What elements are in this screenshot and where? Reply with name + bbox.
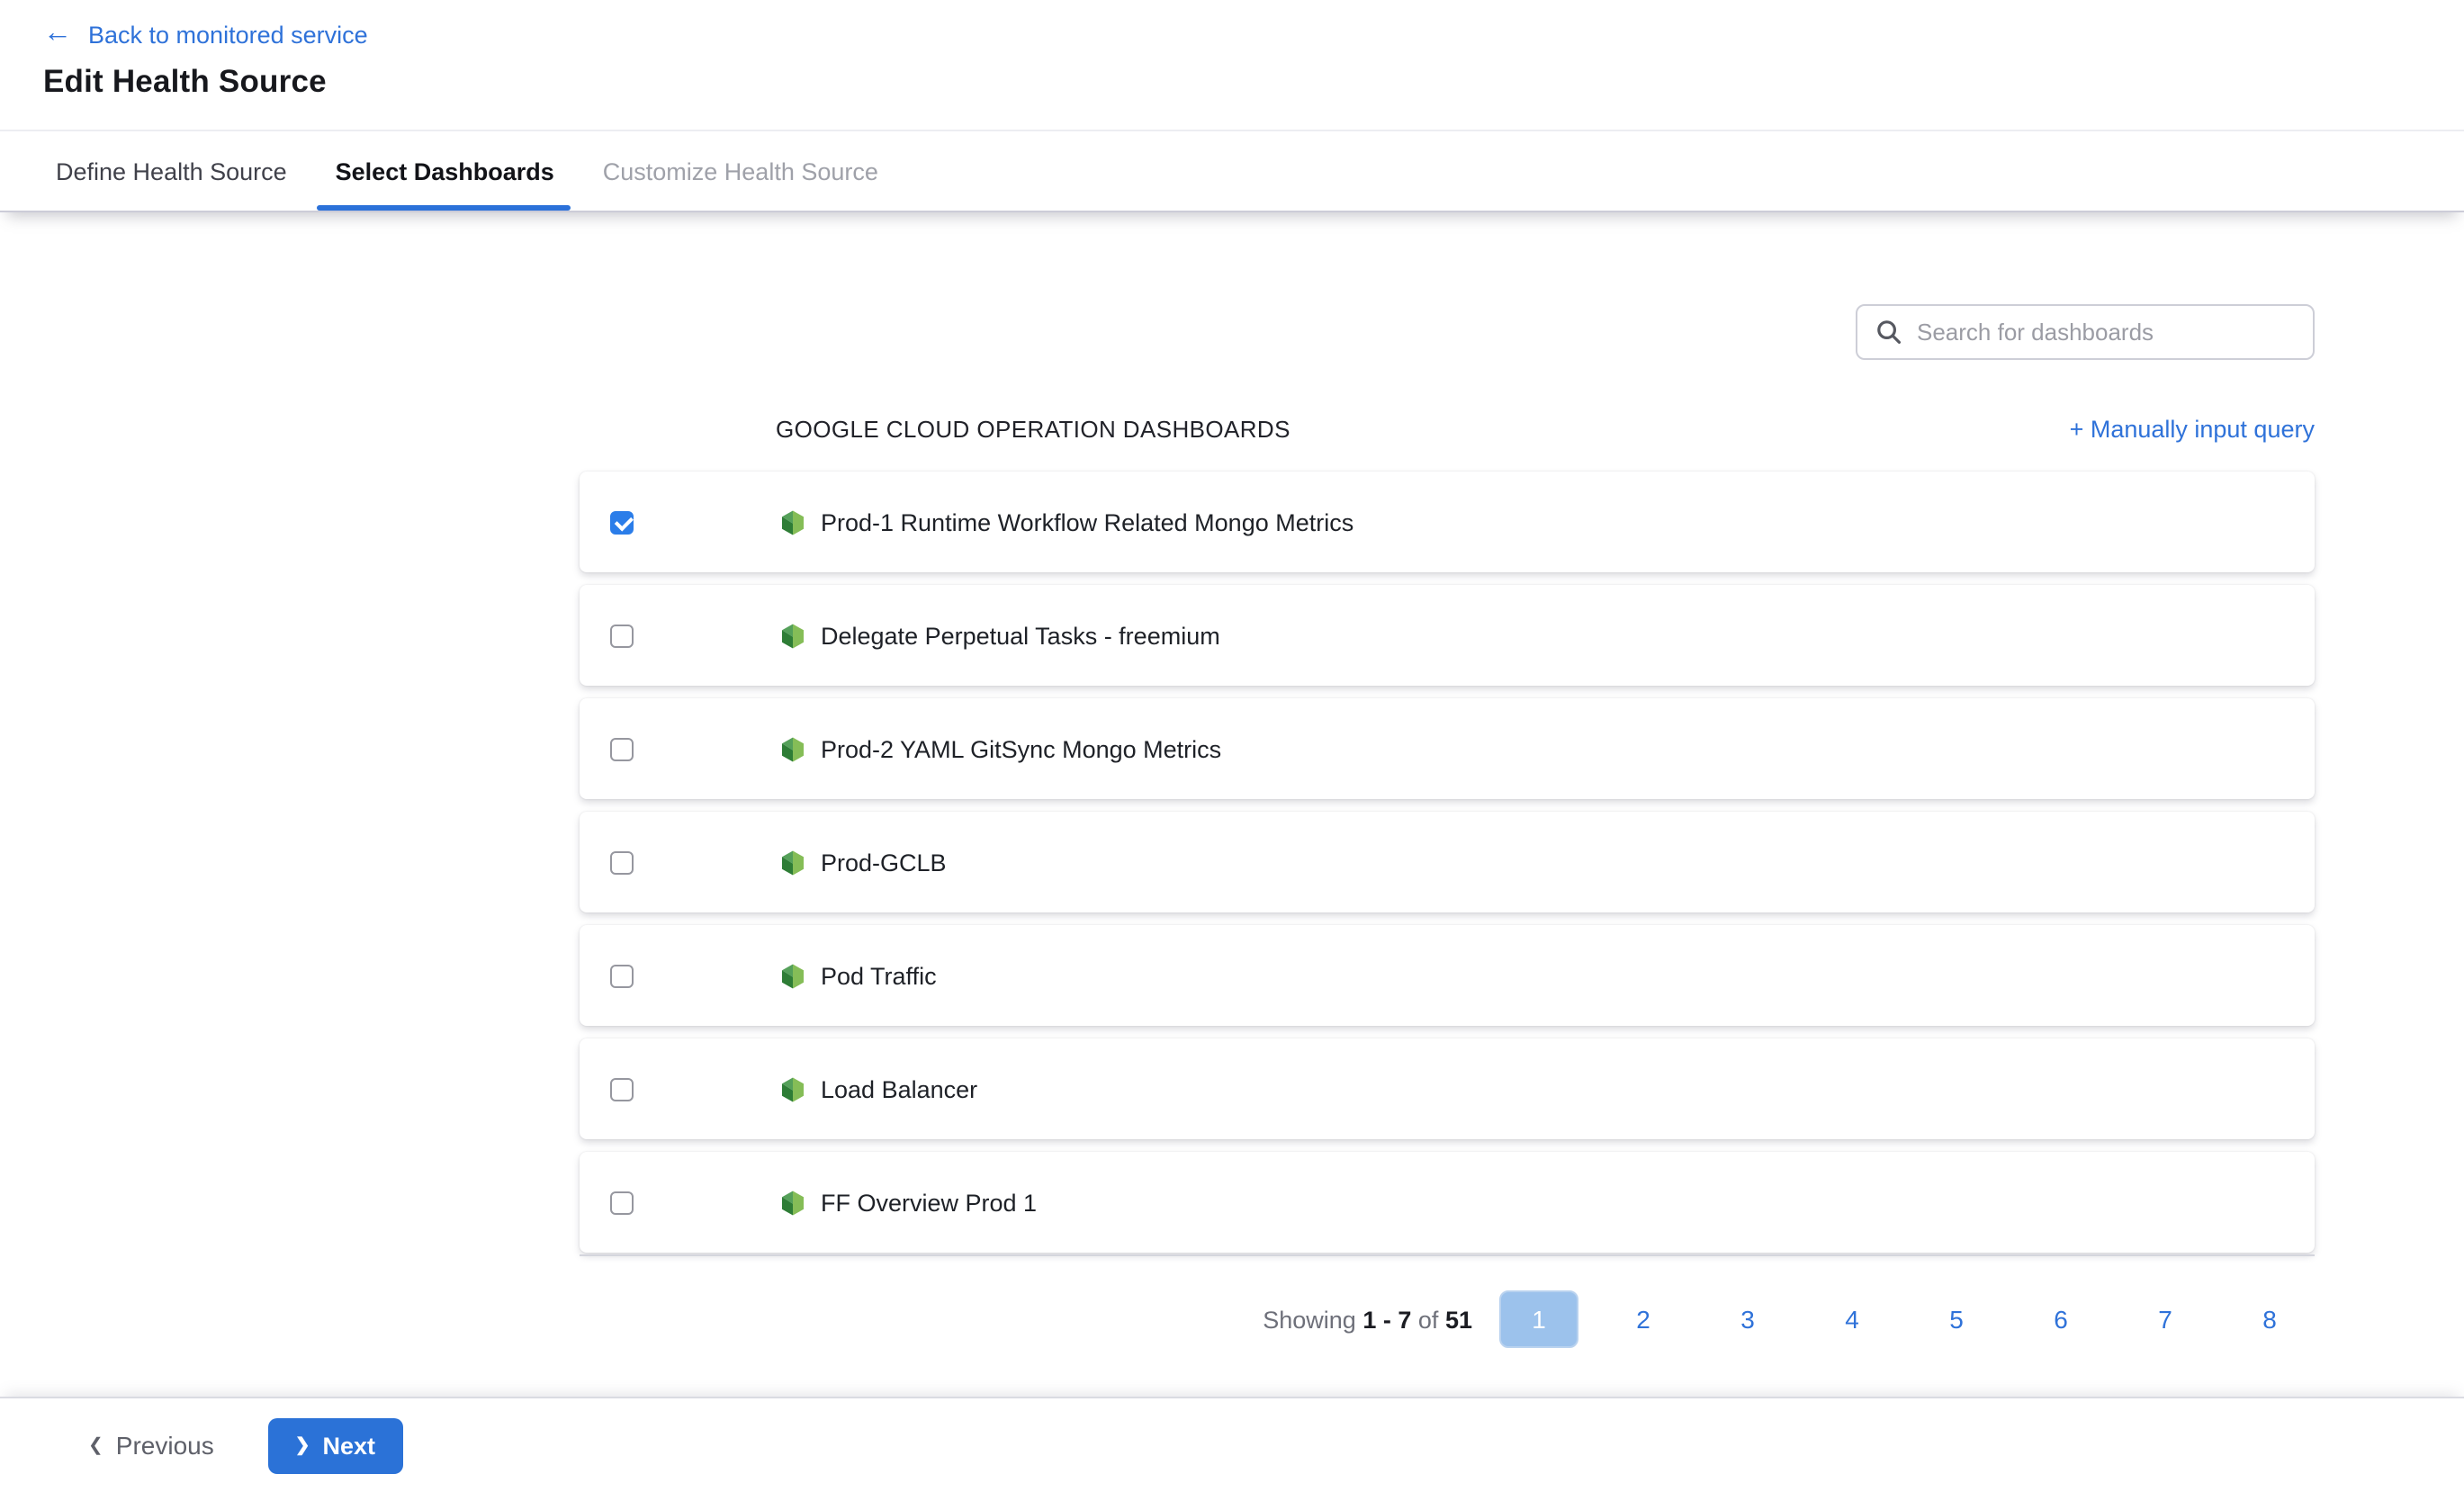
back-arrow-icon: ← — [43, 20, 72, 49]
page-link-label: 8 — [2262, 1305, 2277, 1334]
row-label: Prod-GCLB — [821, 849, 947, 876]
row-checkbox[interactable] — [610, 850, 634, 874]
row-label: Load Balancer — [821, 1075, 977, 1102]
page-2-button[interactable]: 2 — [1591, 1290, 1695, 1348]
table-row[interactable]: Prod-2 YAML GitSync Mongo Metrics — [580, 698, 2315, 799]
active-page-indicator: 1 — [1499, 1290, 1578, 1348]
dashboards-section-title: GOOGLE CLOUD OPERATION DASHBOARDS — [776, 416, 1290, 443]
row-checkbox[interactable] — [610, 1077, 634, 1101]
chevron-right-icon: ❯ — [295, 1435, 310, 1455]
previous-button[interactable]: ❮ Previous — [88, 1431, 214, 1460]
page-8-button[interactable]: 8 — [2217, 1290, 2322, 1348]
wizard-tabbar: Define Health Source Select Dashboards C… — [0, 131, 2464, 211]
next-button[interactable]: ❯ Next — [268, 1417, 402, 1473]
row-checkbox[interactable] — [610, 624, 634, 647]
page-3-button[interactable]: 3 — [1695, 1290, 1800, 1348]
page-7-button[interactable]: 7 — [2113, 1290, 2217, 1348]
dashboard-hexagon-icon — [779, 735, 806, 762]
table-row[interactable]: FF Overview Prod 1 — [580, 1152, 2315, 1253]
tab-select-dashboards[interactable]: Select Dashboards — [336, 131, 554, 211]
dashboard-list: Prod-1 Runtime Workflow Related Mongo Me… — [580, 472, 2315, 1253]
dashboard-hexagon-icon — [779, 849, 806, 876]
row-checkbox[interactable] — [610, 1191, 634, 1214]
tab-customize-health-source[interactable]: Customize Health Source — [603, 131, 878, 211]
dashboard-hexagon-icon — [779, 622, 806, 649]
next-label: Next — [323, 1432, 376, 1459]
table-row[interactable]: Pod Traffic — [580, 925, 2315, 1026]
row-label: Prod-2 YAML GitSync Mongo Metrics — [821, 735, 1221, 762]
page-link-label: 4 — [1845, 1305, 1859, 1334]
row-label: Delegate Perpetual Tasks - freemium — [821, 622, 1220, 649]
table-row[interactable]: Delegate Perpetual Tasks - freemium — [580, 585, 2315, 686]
manually-input-query-link[interactable]: + Manually input query — [2070, 416, 2315, 443]
page-title: Edit Health Source — [43, 63, 2464, 101]
row-checkbox[interactable] — [610, 737, 634, 760]
page-header: ← Back to monitored service Edit Health … — [0, 0, 2464, 131]
back-link-label: Back to monitored service — [88, 21, 368, 48]
page-link-label: 5 — [1949, 1305, 1964, 1334]
row-checkbox[interactable] — [610, 510, 634, 534]
table-row[interactable]: Load Balancer — [580, 1038, 2315, 1139]
wizard-footer: ❮ Previous ❯ Next — [0, 1398, 2464, 1492]
dashboard-hexagon-icon — [779, 1075, 806, 1102]
list-footer-divider — [580, 1254, 2315, 1256]
page-link-label: 3 — [1740, 1305, 1755, 1334]
page-5-button[interactable]: 5 — [1904, 1290, 2009, 1348]
table-row[interactable]: Prod-GCLB — [580, 812, 2315, 912]
edit-health-source-page: ← Back to monitored service Edit Health … — [0, 0, 2464, 1492]
previous-label: Previous — [116, 1431, 214, 1460]
page-4-button[interactable]: 4 — [1800, 1290, 1904, 1348]
dashboard-hexagon-icon — [779, 962, 806, 989]
row-label: Pod Traffic — [821, 962, 937, 989]
dashboard-hexagon-icon — [779, 1189, 806, 1216]
search-input[interactable]: Search for dashboards — [1856, 304, 2315, 360]
table-row[interactable]: Prod-1 Runtime Workflow Related Mongo Me… — [580, 472, 2315, 572]
page-link-label: 2 — [1636, 1305, 1650, 1334]
row-label: Prod-1 Runtime Workflow Related Mongo Me… — [821, 508, 1353, 535]
page-link-label: 6 — [2054, 1305, 2068, 1334]
page-1-button[interactable]: 1 — [1487, 1290, 1591, 1348]
pagination: Showing 1 - 7 of 51 1 2 3 4 5 6 7 8 — [580, 1290, 2322, 1348]
row-label: FF Overview Prod 1 — [821, 1189, 1037, 1216]
dashboard-hexagon-icon — [779, 508, 806, 535]
page-6-button[interactable]: 6 — [2009, 1290, 2113, 1348]
page-link-label: 7 — [2158, 1305, 2172, 1334]
back-to-monitored-service-link[interactable]: ← Back to monitored service — [43, 20, 368, 49]
search-icon — [1875, 319, 1902, 346]
row-checkbox[interactable] — [610, 964, 634, 987]
tab-define-health-source[interactable]: Define Health Source — [56, 131, 287, 211]
search-placeholder: Search for dashboards — [1917, 319, 2154, 346]
chevron-left-icon: ❮ — [88, 1435, 103, 1455]
pagination-summary: Showing 1 - 7 of 51 — [1263, 1306, 1472, 1333]
main-content: Search for dashboards GOOGLE CLOUD OPERA… — [0, 211, 2464, 1398]
